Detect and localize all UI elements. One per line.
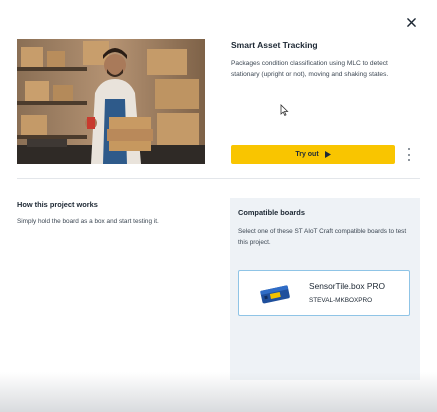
compatible-boards-panel: Compatible boards Select one of these ST…: [230, 198, 420, 380]
project-photo: [17, 39, 205, 164]
project-description: Packages condition classification using …: [231, 60, 389, 78]
section-divider: [17, 178, 420, 179]
compatible-boards-text: Select one of these ST AIoT Craft compat…: [238, 228, 407, 246]
more-vertical-icon: [408, 148, 410, 150]
board-image: [260, 285, 290, 304]
board-code: STEVAL-MKBOXPRO: [309, 297, 373, 304]
try-out-label: Try out: [295, 151, 319, 158]
compatible-boards-title: Compatible boards: [238, 208, 305, 217]
play-icon: [324, 151, 331, 158]
try-out-button[interactable]: Try out: [231, 145, 395, 164]
more-options-button[interactable]: [405, 148, 413, 161]
bottom-fade: [0, 372, 437, 412]
close-button[interactable]: [402, 13, 420, 31]
close-icon: [406, 17, 416, 27]
project-title: Smart Asset Tracking: [231, 40, 318, 50]
board-name: SensorTile.box PRO: [309, 281, 386, 291]
how-it-works-text: Simply hold the board as a box and start…: [17, 218, 159, 225]
how-it-works-title: How this project works: [17, 200, 98, 209]
mouse-pointer-icon: [280, 104, 289, 116]
board-card-sensortile-box-pro[interactable]: SensorTile.box PRO STEVAL-MKBOXPRO: [238, 270, 410, 316]
